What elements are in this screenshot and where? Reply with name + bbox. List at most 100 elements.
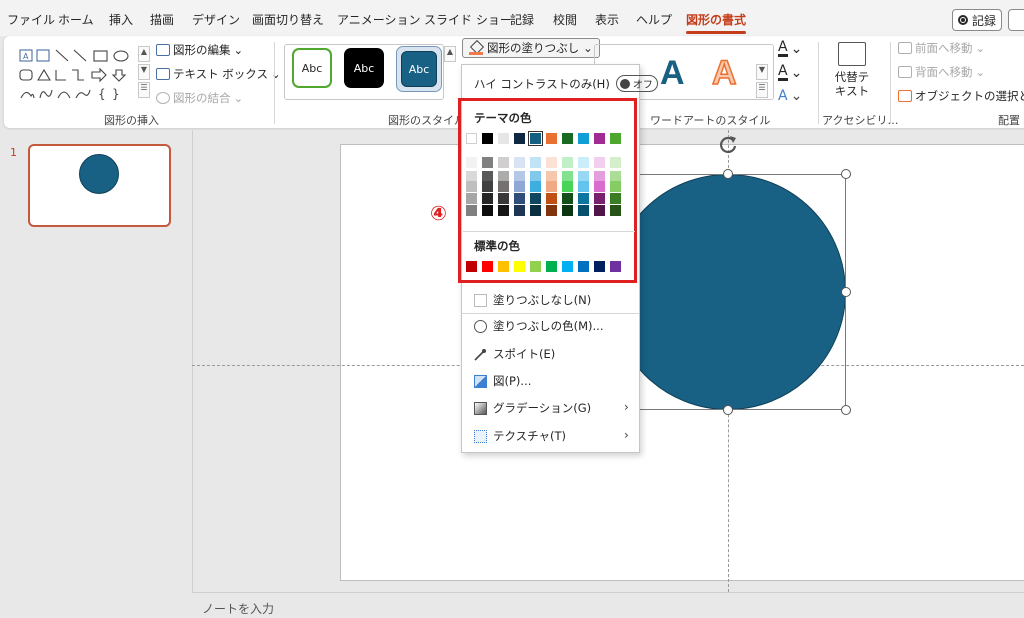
theme-shade-swatch[interactable] bbox=[546, 157, 557, 168]
theme-shade-swatch[interactable] bbox=[562, 193, 573, 204]
theme-shade-swatch[interactable] bbox=[610, 181, 621, 192]
theme-color-swatch[interactable] bbox=[562, 133, 573, 144]
style-preset-black[interactable]: Abc bbox=[344, 48, 384, 88]
theme-shade-swatch[interactable] bbox=[546, 181, 557, 192]
theme-color-swatch[interactable] bbox=[528, 131, 543, 146]
tab-slideshow[interactable]: スライド ショー bbox=[424, 11, 512, 28]
theme-shade-swatch[interactable] bbox=[514, 157, 525, 168]
resize-handle-right[interactable] bbox=[841, 287, 851, 297]
style-preset-outline[interactable]: Abc bbox=[292, 48, 332, 88]
rotate-handle-icon[interactable] bbox=[718, 134, 738, 154]
theme-shade-swatch[interactable] bbox=[482, 193, 493, 204]
theme-color-swatch[interactable] bbox=[466, 133, 477, 144]
tab-shape-format[interactable]: 図形の書式 bbox=[686, 11, 747, 34]
no-fill-item[interactable]: 塗りつぶしなし(N) bbox=[474, 292, 591, 308]
standard-color-swatch[interactable] bbox=[610, 261, 621, 272]
theme-shade-swatch[interactable] bbox=[594, 205, 605, 216]
more-fill-colors-item[interactable]: 塗りつぶしの色(M)... bbox=[474, 318, 603, 334]
text-box-button[interactable]: テキスト ボックス ⌄ bbox=[156, 66, 281, 82]
theme-shade-swatch[interactable] bbox=[594, 193, 605, 204]
standard-color-swatch[interactable] bbox=[466, 261, 477, 272]
theme-shade-swatch[interactable] bbox=[514, 193, 525, 204]
alt-text-icon[interactable] bbox=[838, 42, 866, 66]
standard-color-swatch[interactable] bbox=[514, 261, 525, 272]
theme-shade-swatch[interactable] bbox=[498, 157, 509, 168]
styles-scroll-up[interactable]: ▲ bbox=[444, 46, 456, 62]
record-button[interactable]: 記録 bbox=[952, 9, 1002, 31]
theme-shade-swatch[interactable] bbox=[578, 157, 589, 168]
standard-color-swatch[interactable] bbox=[482, 261, 493, 272]
theme-shade-swatch[interactable] bbox=[482, 181, 493, 192]
theme-shade-swatch[interactable] bbox=[578, 193, 589, 204]
theme-shade-swatch[interactable] bbox=[530, 193, 541, 204]
theme-shade-swatch[interactable] bbox=[578, 205, 589, 216]
shapes-scroll-down[interactable]: ▼ bbox=[138, 64, 150, 80]
slide-thumbnail[interactable] bbox=[28, 144, 171, 227]
alt-text-label[interactable]: 代替テ キスト bbox=[830, 70, 874, 98]
theme-shade-swatch[interactable] bbox=[514, 181, 525, 192]
edit-shape-button[interactable]: 図形の編集 ⌄ bbox=[156, 42, 243, 58]
shapes-more[interactable]: ☰ bbox=[138, 82, 150, 98]
wordart-more[interactable]: ☰ bbox=[756, 82, 768, 98]
text-outline-button[interactable]: A ⌄ bbox=[778, 64, 802, 81]
resize-handle-bottom[interactable] bbox=[723, 405, 733, 415]
tab-record[interactable]: 記録 bbox=[510, 11, 534, 28]
theme-shade-swatch[interactable] bbox=[578, 181, 589, 192]
selection-pane-button[interactable]: オブジェクトの選択と表示 bbox=[898, 88, 1024, 104]
standard-color-swatch[interactable] bbox=[546, 261, 557, 272]
eyedropper-item[interactable]: スポイト(E) bbox=[474, 346, 555, 362]
theme-shade-swatch[interactable] bbox=[610, 205, 621, 216]
tab-transitions[interactable]: 画面切り替え bbox=[252, 11, 324, 28]
share-button[interactable] bbox=[1008, 9, 1024, 31]
theme-color-swatch[interactable] bbox=[498, 133, 509, 144]
theme-shade-swatch[interactable] bbox=[562, 205, 573, 216]
standard-color-swatch[interactable] bbox=[562, 261, 573, 272]
resize-handle-top[interactable] bbox=[723, 169, 733, 179]
tab-animations[interactable]: アニメーション bbox=[337, 11, 421, 28]
shapes-scroll-up[interactable]: ▲ bbox=[138, 46, 150, 62]
tab-help[interactable]: ヘルプ bbox=[636, 11, 672, 28]
resize-handle-bottom-right[interactable] bbox=[841, 405, 851, 415]
wordart-preset-orange[interactable]: A bbox=[711, 53, 737, 93]
theme-color-swatch[interactable] bbox=[482, 133, 493, 144]
theme-shade-swatch[interactable] bbox=[498, 181, 509, 192]
theme-shade-swatch[interactable] bbox=[594, 157, 605, 168]
theme-shade-swatch[interactable] bbox=[466, 157, 477, 168]
theme-shade-swatch[interactable] bbox=[482, 157, 493, 168]
tab-insert[interactable]: 挿入 bbox=[109, 11, 133, 28]
theme-shade-swatch[interactable] bbox=[466, 181, 477, 192]
theme-shade-swatch[interactable] bbox=[498, 193, 509, 204]
theme-shade-swatch[interactable] bbox=[482, 205, 493, 216]
tab-view[interactable]: 表示 bbox=[595, 11, 619, 28]
text-fill-button[interactable]: A ⌄ bbox=[778, 40, 802, 57]
picture-fill-item[interactable]: 図(P)... bbox=[474, 373, 531, 389]
tab-file[interactable]: ファイル bbox=[7, 11, 55, 28]
gradient-item[interactable]: グラデーション(G) bbox=[474, 400, 591, 416]
theme-shade-swatch[interactable] bbox=[498, 205, 509, 216]
bring-forward-button[interactable]: 前面へ移動 ⌄ bbox=[898, 40, 985, 56]
standard-color-swatch[interactable] bbox=[498, 261, 509, 272]
send-backward-button[interactable]: 背面へ移動 ⌄ bbox=[898, 64, 985, 80]
theme-color-swatch[interactable] bbox=[578, 133, 589, 144]
theme-color-swatch[interactable] bbox=[546, 133, 557, 144]
theme-shade-swatch[interactable] bbox=[530, 205, 541, 216]
theme-shade-swatch[interactable] bbox=[530, 181, 541, 192]
tab-review[interactable]: 校閲 bbox=[553, 11, 577, 28]
theme-shade-swatch[interactable] bbox=[514, 205, 525, 216]
theme-shade-swatch[interactable] bbox=[546, 205, 557, 216]
shapes-gallery[interactable]: A { } bbox=[18, 46, 136, 102]
high-contrast-toggle[interactable]: オフ bbox=[615, 75, 658, 92]
theme-shade-swatch[interactable] bbox=[466, 205, 477, 216]
theme-shade-swatch[interactable] bbox=[610, 157, 621, 168]
merge-shapes-button[interactable]: 図形の結合 ⌄ bbox=[156, 90, 243, 106]
standard-color-swatch[interactable] bbox=[530, 261, 541, 272]
tab-draw[interactable]: 描画 bbox=[150, 11, 174, 28]
theme-color-swatch[interactable] bbox=[594, 133, 605, 144]
tab-design[interactable]: デザイン bbox=[192, 11, 240, 28]
theme-shade-swatch[interactable] bbox=[546, 193, 557, 204]
tab-home[interactable]: ホーム bbox=[58, 11, 94, 28]
theme-shade-swatch[interactable] bbox=[610, 193, 621, 204]
theme-color-swatch[interactable] bbox=[610, 133, 621, 144]
shape-fill-button[interactable]: 図形の塗りつぶし ⌄ bbox=[462, 38, 600, 58]
theme-shade-swatch[interactable] bbox=[562, 157, 573, 168]
